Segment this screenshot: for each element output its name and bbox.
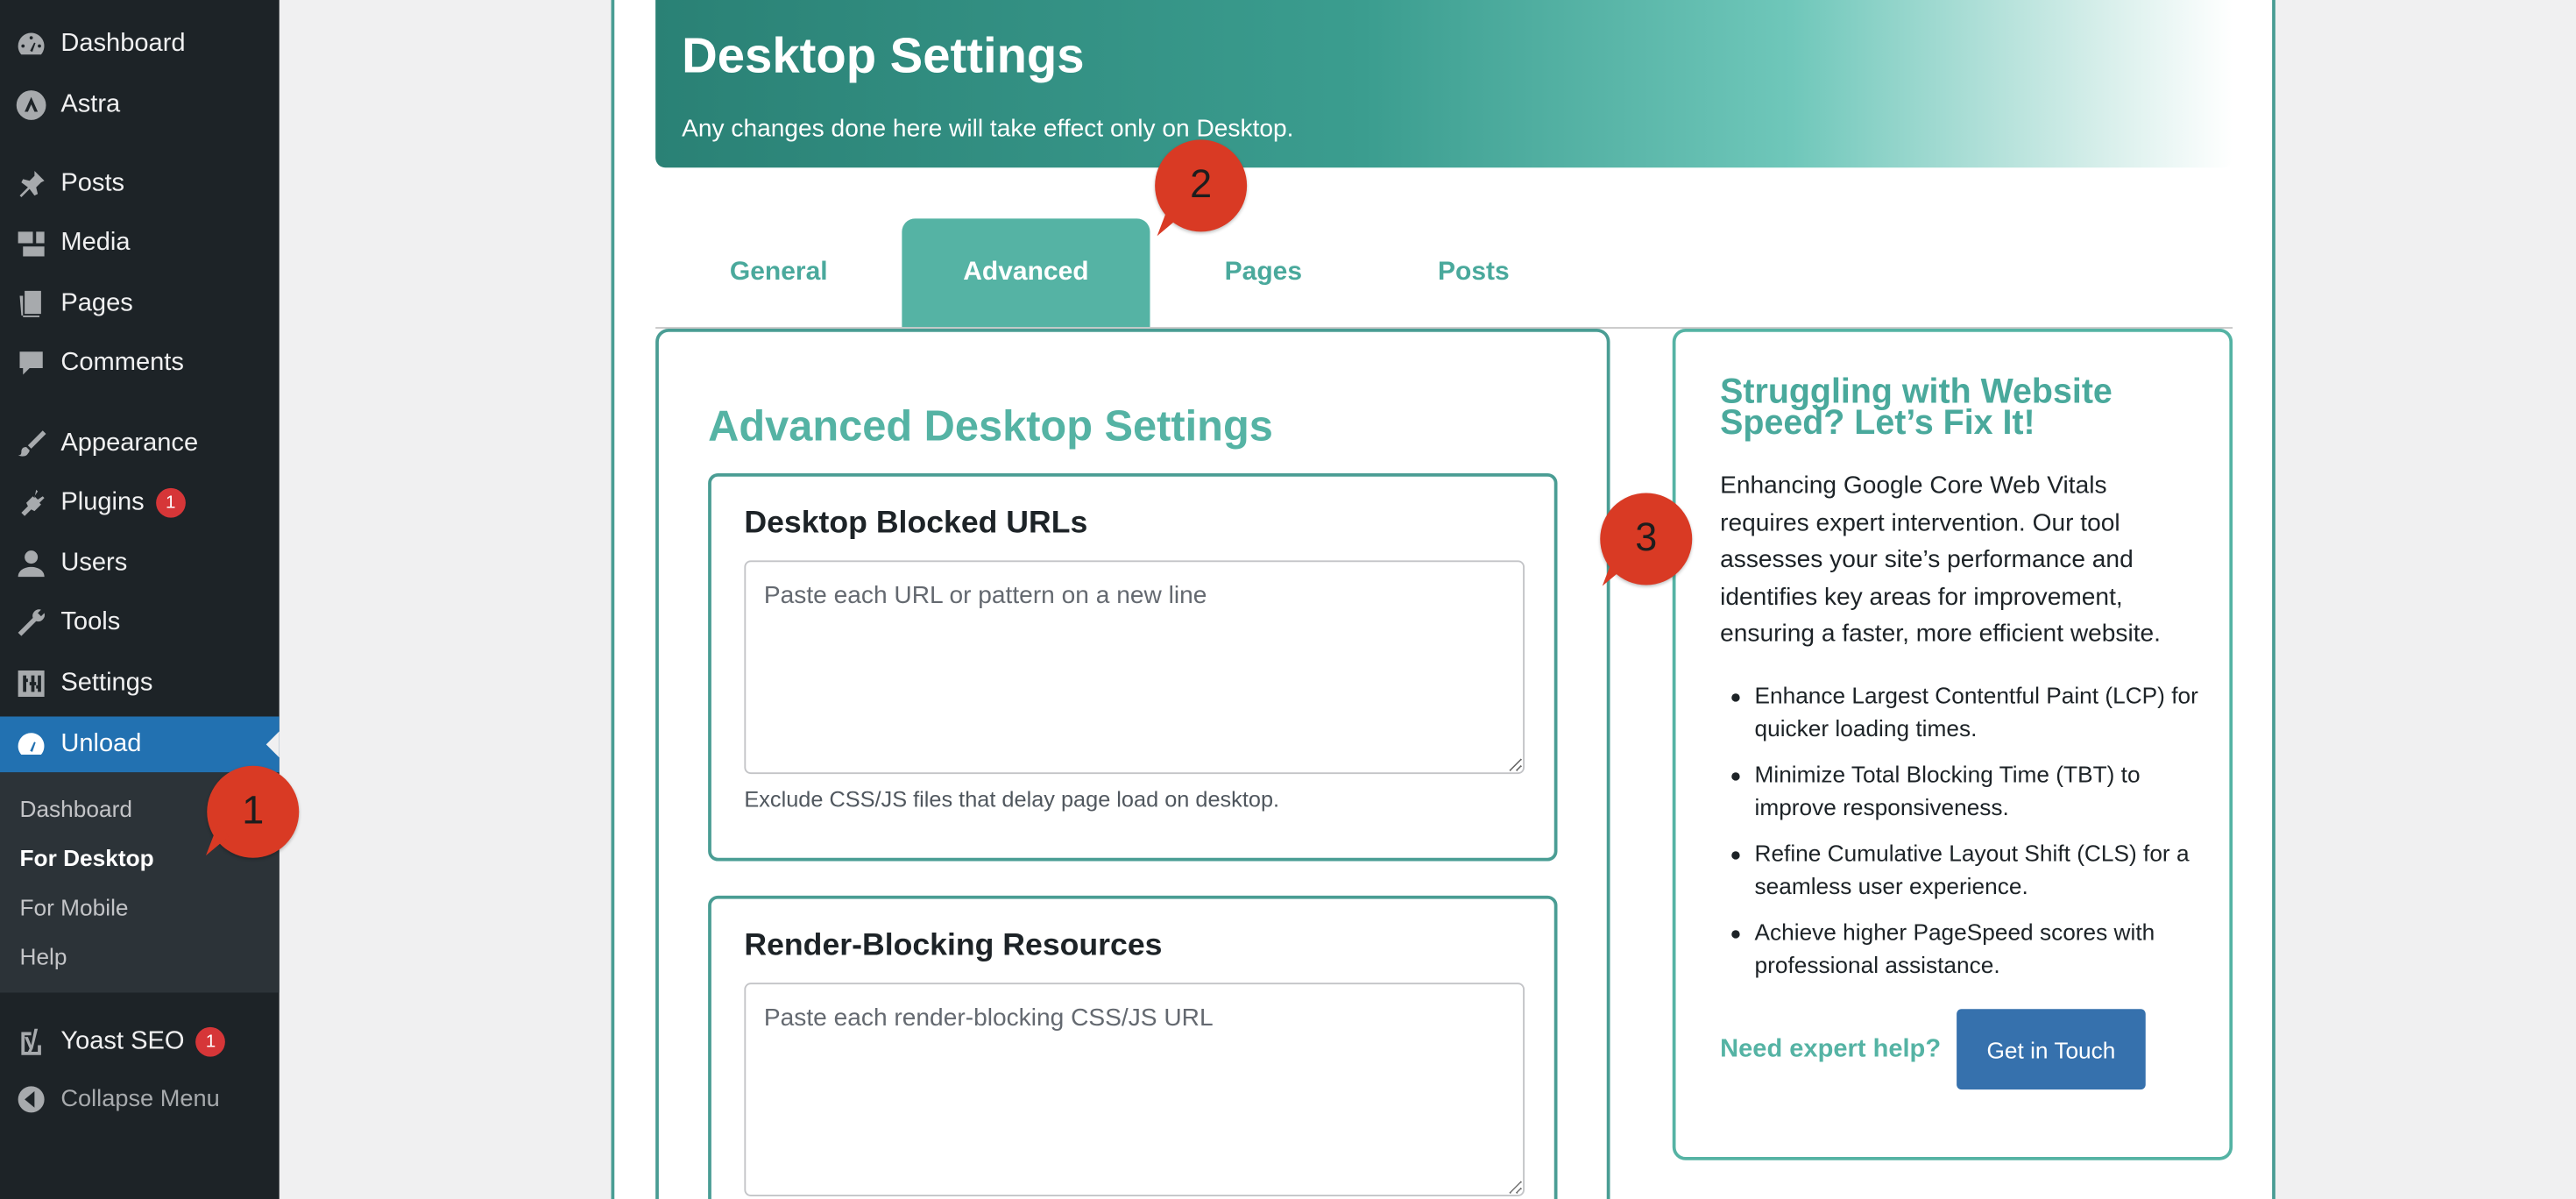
yoast-icon [0,1014,60,1070]
tab-advanced[interactable]: Advanced [902,218,1150,328]
pages-icon [0,276,60,332]
marker-number: 3 [1635,515,1658,561]
annotation-marker-3: 3 [1591,493,1693,586]
render-blocking-title: Render-Blocking Resources [744,928,1163,963]
sidebar-item-label: Appearance [60,429,199,458]
pushpin-icon [0,156,60,212]
sidebar-item-label: Collapse Menu [60,1086,220,1113]
section-title: Advanced Desktop Settings [708,401,1273,451]
blocked-urls-textarea[interactable] [744,560,1525,775]
sidebar-item-yoast-seo[interactable]: Yoast SEO 1 [0,1014,280,1070]
sidebar-item-astra[interactable]: Astra [0,77,280,133]
comment-icon [0,336,60,392]
sidebar-item-label: Astra [60,90,121,118]
sidebar-item-label: Unload [60,729,142,758]
tab-posts[interactable]: Posts [1388,218,1559,327]
media-icon [0,216,60,272]
render-blocking-card: Render-Blocking Resources [708,895,1558,1199]
sidebar-item-label: Media [60,228,131,257]
tab-pages[interactable]: Pages [1175,218,1353,327]
submenu-item-for-desktop[interactable]: For Desktop [20,845,154,871]
get-in-touch-button[interactable]: Get in Touch [1957,1009,2146,1090]
page-title: Desktop Settings [682,29,1085,84]
promo-title: Struggling with Website Speed? Let’s Fix… [1720,372,2112,443]
plugins-update-badge: 1 [155,487,186,518]
yoast-notification-badge: 1 [195,1026,226,1057]
blocked-urls-help: Exclude CSS/JS files that delay page loa… [744,787,1280,812]
sidebar-item-pages[interactable]: Pages [0,276,280,332]
sidebar-item-comments[interactable]: Comments [0,336,280,392]
sidebar-item-users[interactable]: Users [0,536,280,592]
settings-icon [0,656,60,712]
sidebar-item-dashboard[interactable]: Dashboard [0,17,280,73]
list-item: Minimize Total Blocking Time (TBT) to im… [1720,759,2213,823]
user-icon [0,536,60,592]
annotation-marker-1: 1 [195,765,300,858]
sidebar-item-label: Tools [60,607,121,636]
tab-general[interactable]: General [690,218,868,327]
expert-help-text: Need expert help? [1720,1035,1942,1064]
sidebar-item-unload[interactable]: Unload [0,716,280,773]
sidebar-item-posts[interactable]: Posts [0,156,280,212]
sidebar-item-media[interactable]: Media [0,216,280,272]
annotation-marker-2: 2 [1146,139,1248,237]
sidebar-item-label: Dashboard [60,29,186,58]
plugin-icon [0,475,60,531]
blocked-urls-card: Desktop Blocked URLs Exclude CSS/JS file… [708,473,1558,862]
page-subtitle: Any changes done here will take effect o… [682,115,1294,144]
sidebar-item-label: Yoast SEO [60,1026,185,1055]
active-menu-arrow [265,731,280,758]
marker-number: 2 [1190,162,1213,208]
render-blocking-textarea[interactable] [744,983,1525,1196]
admin-sidebar: Dashboard Astra Posts Media Pages Commen… [0,0,280,1199]
sidebar-item-tools[interactable]: Tools [0,595,280,651]
promo-description: Enhancing Google Core Web Vitals require… [1720,472,2162,648]
submenu-item-dashboard[interactable]: Dashboard [20,796,132,822]
page-header-banner: Desktop Settings Any changes done here w… [655,0,2233,168]
sidebar-item-label: Pages [60,289,133,317]
sidebar-item-label: Settings [60,669,153,697]
sidebar-item-label: Posts [60,169,125,197]
sidebar-item-label: Comments [60,348,184,377]
astra-icon [0,77,60,133]
dashboard-icon [0,17,60,73]
wrench-icon [0,595,60,651]
marker-number: 1 [242,789,265,834]
paintbrush-icon [0,415,60,472]
gauge-icon [0,717,60,773]
collapse-icon [0,1072,60,1128]
sidebar-item-appearance[interactable]: Appearance [0,415,280,472]
submenu-item-help[interactable]: Help [20,943,67,969]
list-item: Enhance Largest Contentful Paint (LCP) f… [1720,680,2213,744]
sidebar-item-settings[interactable]: Settings [0,656,280,712]
speed-promo-panel: Struggling with Website Speed? Let’s Fix… [1672,329,2233,1160]
submenu-item-for-mobile[interactable]: For Mobile [20,894,129,920]
list-item: Refine Cumulative Layout Shift (CLS) for… [1720,838,2213,902]
promo-benefits-list: Enhance Largest Contentful Paint (LCP) f… [1720,680,2213,996]
sidebar-item-label: Plugins [60,487,145,516]
list-item: Achieve higher PageSpeed scores with pro… [1720,917,2213,981]
sidebar-item-plugins[interactable]: Plugins 1 [0,475,280,531]
sidebar-item-label: Users [60,549,128,578]
blocked-urls-title: Desktop Blocked URLs [744,506,1088,541]
collapse-menu-button[interactable]: Collapse Menu [0,1072,280,1128]
